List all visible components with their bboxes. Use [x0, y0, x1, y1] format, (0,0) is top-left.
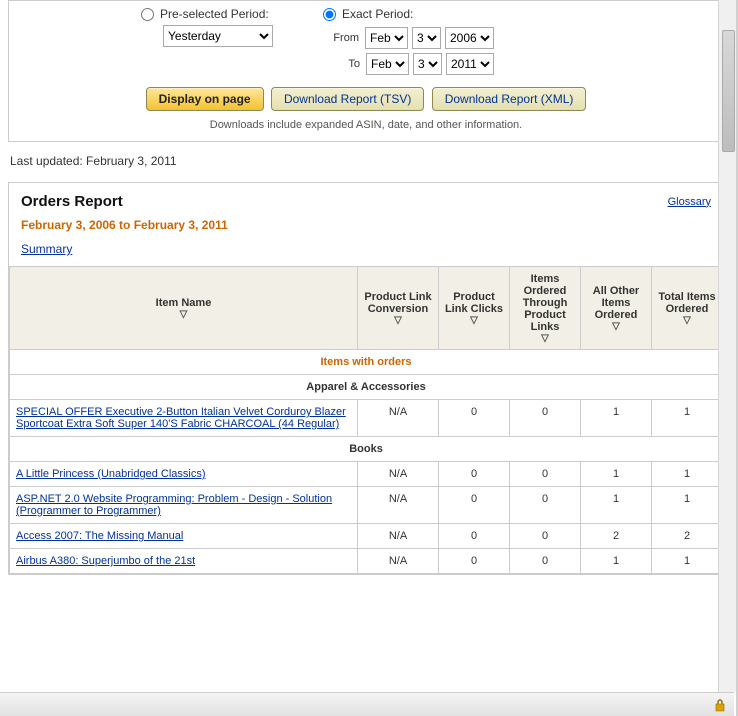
cell-total: 1 [652, 462, 723, 487]
col-conversion[interactable]: Product Link Conversion ▽ [358, 267, 439, 350]
sort-icon[interactable]: ▽ [362, 317, 434, 325]
glossary-link[interactable]: Glossary [668, 196, 711, 208]
sort-icon[interactable]: ▽ [585, 323, 647, 331]
exact-period-radio-label[interactable]: Exact Period: [323, 7, 494, 21]
to-month-select[interactable]: Feb [366, 53, 409, 75]
category-books: Books [10, 437, 723, 462]
filter-panel: Pre-selected Period: Yesterday Exact Per… [8, 0, 724, 142]
cell-other: 1 [581, 462, 652, 487]
cell-clicks: 0 [439, 487, 510, 524]
cell-total: 2 [652, 524, 723, 549]
download-note: Downloads include expanded ASIN, date, a… [21, 119, 711, 131]
sort-icon[interactable]: ▽ [656, 317, 718, 325]
download-tsv-button[interactable]: Download Report (TSV) [271, 87, 424, 111]
from-day-select[interactable]: 3 [412, 27, 441, 49]
item-link[interactable]: Access 2007: The Missing Manual [16, 530, 183, 542]
sort-icon[interactable]: ▽ [443, 317, 505, 325]
cell-total: 1 [652, 487, 723, 524]
table-row: A Little Princess (Unabridged Classics) … [10, 462, 723, 487]
exact-period-text: Exact Period: [342, 7, 413, 21]
lock-icon [714, 698, 726, 712]
cell-through: 0 [510, 524, 581, 549]
col-other-ordered[interactable]: All Other Items Ordered ▽ [581, 267, 652, 350]
exact-period-radio[interactable] [323, 8, 336, 21]
cell-conv: N/A [358, 400, 439, 437]
cell-other: 2 [581, 524, 652, 549]
cell-conv: N/A [358, 462, 439, 487]
from-label: From [323, 32, 359, 44]
report-title: Orders Report [21, 193, 123, 210]
report-date-range: February 3, 2006 to February 3, 2011 [21, 218, 711, 232]
to-year-select[interactable]: 2011 [446, 53, 494, 75]
preselected-period-select[interactable]: Yesterday [163, 25, 273, 47]
cell-clicks: 0 [439, 400, 510, 437]
cell-through: 0 [510, 462, 581, 487]
cell-through: 0 [510, 487, 581, 524]
cell-total: 1 [652, 400, 723, 437]
from-year-select[interactable]: 2006 [445, 27, 494, 49]
download-xml-button[interactable]: Download Report (XML) [432, 87, 587, 111]
cell-clicks: 0 [439, 524, 510, 549]
cell-conv: N/A [358, 487, 439, 524]
table-row: ASP.NET 2.0 Website Programming: Problem… [10, 487, 723, 524]
cell-other: 1 [581, 400, 652, 437]
browser-status-bar [0, 692, 734, 716]
cell-conv: N/A [358, 549, 439, 574]
vertical-scrollbar[interactable] [718, 0, 736, 692]
report-panel: Orders Report Glossary February 3, 2006 … [8, 182, 724, 575]
col-through-links[interactable]: Items Ordered Through Product Links ▽ [510, 267, 581, 350]
table-row: SPECIAL OFFER Executive 2-Button Italian… [10, 400, 723, 437]
sort-icon[interactable]: ▽ [14, 311, 353, 319]
to-label: To [324, 58, 360, 70]
cell-total: 1 [652, 549, 723, 574]
last-updated-text: Last updated: February 3, 2011 [10, 154, 724, 168]
cell-clicks: 0 [439, 462, 510, 487]
cell-through: 0 [510, 549, 581, 574]
to-day-select[interactable]: 3 [413, 53, 442, 75]
col-item-name[interactable]: Item Name ▽ [10, 267, 358, 350]
section-items-with-orders: Items with orders [10, 350, 723, 375]
from-month-select[interactable]: Feb [365, 27, 408, 49]
category-apparel: Apparel & Accessories [10, 375, 723, 400]
preselected-period-text: Pre-selected Period: [160, 7, 269, 21]
table-row: Airbus A380: Superjumbo of the 21st N/A … [10, 549, 723, 574]
table-row: Access 2007: The Missing Manual N/A 0 0 … [10, 524, 723, 549]
preselected-period-radio-label[interactable]: Pre-selected Period: [141, 7, 273, 21]
preselected-period-radio[interactable] [141, 8, 154, 21]
cell-clicks: 0 [439, 549, 510, 574]
col-total-ordered[interactable]: Total Items Ordered ▽ [652, 267, 723, 350]
cell-other: 1 [581, 549, 652, 574]
cell-through: 0 [510, 400, 581, 437]
cell-conv: N/A [358, 524, 439, 549]
scrollbar-thumb[interactable] [722, 30, 735, 152]
orders-table: Item Name ▽ Product Link Conversion ▽ Pr… [9, 266, 723, 574]
sort-icon[interactable]: ▽ [514, 335, 576, 343]
cell-other: 1 [581, 487, 652, 524]
item-link[interactable]: ASP.NET 2.0 Website Programming: Problem… [16, 493, 332, 517]
summary-link[interactable]: Summary [21, 242, 72, 256]
item-link[interactable]: SPECIAL OFFER Executive 2-Button Italian… [16, 406, 346, 430]
col-clicks[interactable]: Product Link Clicks ▽ [439, 267, 510, 350]
item-link[interactable]: Airbus A380: Superjumbo of the 21st [16, 555, 195, 567]
display-on-page-button[interactable]: Display on page [146, 87, 264, 111]
item-link[interactable]: A Little Princess (Unabridged Classics) [16, 468, 206, 480]
